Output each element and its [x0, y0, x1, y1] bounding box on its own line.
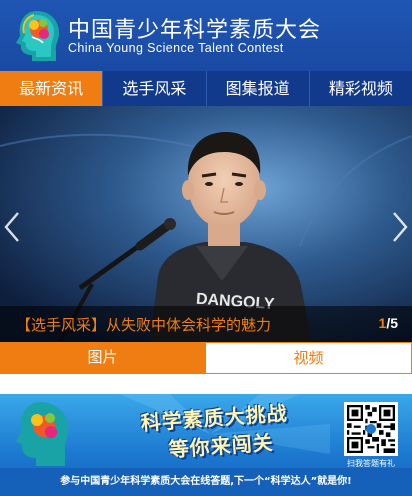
slide-caption-bar: 【选手风采】从失败中体会科学的魅力 1/5 [0, 306, 412, 342]
tab-pictures[interactable]: 图片 [0, 342, 205, 374]
nav-item-gallery[interactable]: 图集报道 [205, 71, 309, 106]
spacer [0, 374, 412, 394]
carousel-next-arrow-icon[interactable] [390, 210, 410, 244]
slide-caption-link[interactable]: 【选手风采】从失败中体会科学的魅力 [16, 314, 271, 335]
site-title: 中国青少年科学素质大会 [68, 18, 322, 43]
carousel-prev-arrow-icon[interactable] [2, 210, 22, 244]
news-carousel[interactable]: DANGOLY 【选手风采】从失败中体会科学的魅力 1/5 [0, 106, 412, 342]
contest-logo[interactable] [12, 9, 62, 63]
slide-pager: 1/5 [379, 315, 398, 331]
nav-item-videos[interactable]: 精彩视频 [308, 71, 412, 106]
tab-videos[interactable]: 视频 [205, 342, 412, 374]
qr-code[interactable] [344, 402, 398, 456]
site-subtitle: China Young Science Talent Contest [68, 41, 284, 55]
site-header: 中国青少年科学素质大会 China Young Science Talent C… [0, 0, 412, 71]
slide-total: /5 [386, 315, 398, 331]
nav-item-latest-news[interactable]: 最新资讯 [0, 71, 103, 106]
banner-footer-text: 参与中国青少年科学素质大会在线答题,下一个“科学达人”就是你! [60, 476, 352, 487]
qr-code-icon [347, 405, 395, 453]
main-nav: 最新资讯 选手风采 图集报道 精彩视频 [0, 71, 412, 106]
nav-item-contestants[interactable]: 选手风采 [102, 71, 205, 106]
media-tabs: 图片 视频 [0, 342, 412, 374]
qr-code-label: 扫我答题有礼 [347, 459, 395, 468]
quiz-promo-banner[interactable]: 科学素质大挑战 等你来闯关 扫我答题有礼 参与中国青少年科学素质大会在线答题,下… [0, 394, 412, 496]
